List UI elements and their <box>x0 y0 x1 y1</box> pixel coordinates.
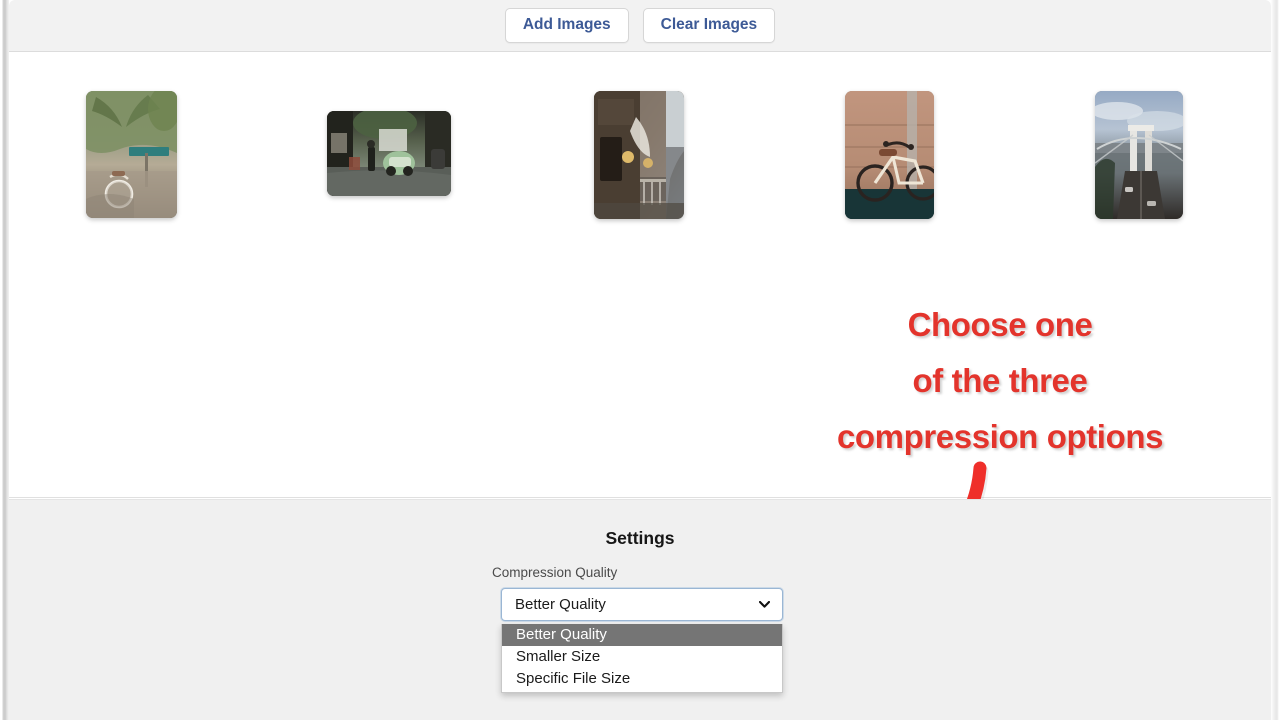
thumbnail-image-1 <box>86 91 177 218</box>
toolbar: Add Images Clear Images <box>9 0 1271 52</box>
add-images-button[interactable]: Add Images <box>504 8 629 43</box>
compression-quality-value: Better Quality <box>515 596 606 613</box>
thumbnail-item[interactable] <box>1095 91 1183 219</box>
thumbnail-item[interactable] <box>86 91 177 218</box>
option-smaller-size[interactable]: Smaller Size <box>502 646 782 668</box>
thumbnail-item[interactable] <box>594 91 684 219</box>
thumbnail-item[interactable] <box>845 91 934 219</box>
window-left-edge <box>0 0 9 720</box>
image-compressor-window: Add Images Clear Images Choose one of th… <box>0 0 1280 720</box>
compression-quality-select[interactable]: Better Quality <box>501 588 783 621</box>
settings-title: Settings <box>605 528 675 548</box>
option-better-quality[interactable]: Better Quality <box>502 624 782 646</box>
thumbnail-item[interactable] <box>327 111 451 196</box>
compression-quality-label: Compression Quality <box>492 565 618 580</box>
compression-quality-option-list[interactable]: Better Quality Smaller Size Specific Fil… <box>501 624 783 693</box>
window-right-edge <box>1271 0 1280 720</box>
thumbnail-image-4 <box>845 91 934 219</box>
thumbnail-image-5 <box>1095 91 1183 219</box>
option-specific-file-size[interactable]: Specific File Size <box>502 668 782 690</box>
chevron-down-icon <box>759 601 770 608</box>
clear-images-button[interactable]: Clear Images <box>642 8 776 43</box>
image-gallery <box>9 53 1271 498</box>
thumbnail-image-3 <box>594 91 684 219</box>
thumbnail-image-2 <box>327 111 451 196</box>
